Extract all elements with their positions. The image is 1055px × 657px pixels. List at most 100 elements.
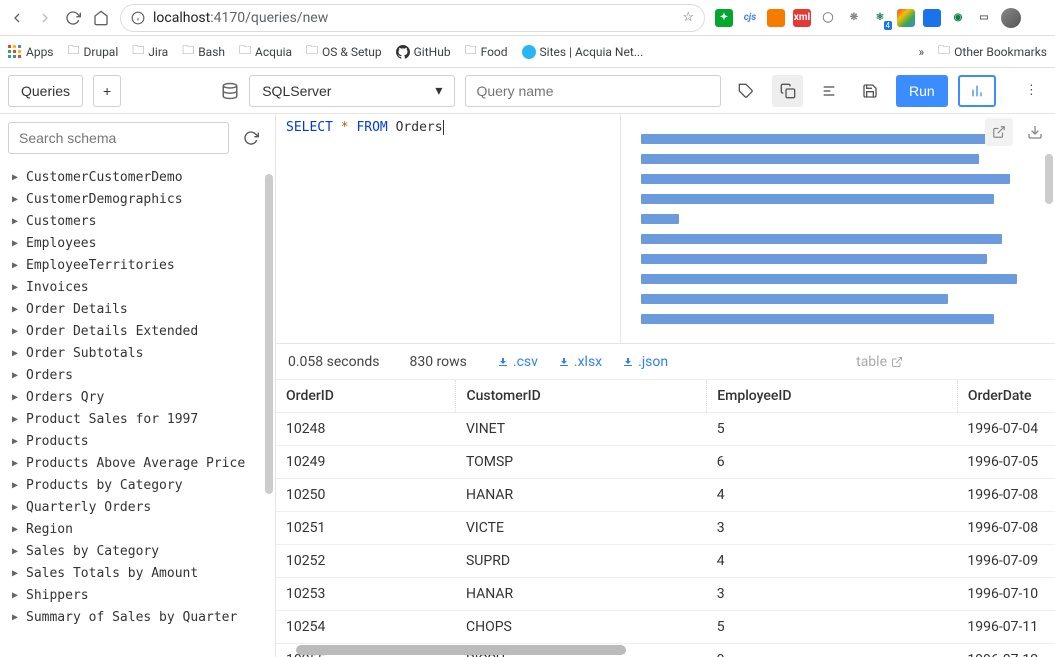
ext-evernote-icon[interactable]: ✦ — [715, 9, 733, 27]
query-name-input[interactable] — [465, 75, 720, 107]
schema-item[interactable]: ▶Product Sales for 1997 — [12, 408, 275, 430]
ext-gear-icon[interactable]: ❋ — [845, 9, 863, 27]
schema-list[interactable]: ▶CustomerCustomerDemo▶CustomerDemographi… — [0, 162, 275, 657]
format-icon[interactable] — [813, 75, 844, 107]
table-row[interactable]: 10248VINET51996-07-041996 — [276, 413, 1055, 446]
sql-editor[interactable]: SELECT * FROM Orders — [276, 114, 621, 343]
table-row[interactable]: 10254CHOPS51996-07-111996 — [276, 611, 1055, 644]
schema-item[interactable]: ▶Region — [12, 518, 275, 540]
ext-orange-icon[interactable] — [767, 9, 785, 27]
column-header[interactable]: OrderDate — [957, 380, 1055, 413]
save-icon[interactable] — [855, 75, 886, 107]
chart-scrollbar[interactable] — [1045, 154, 1053, 204]
bookmark-item[interactable]: 🗀Acquia — [239, 41, 292, 62]
schema-item[interactable]: ▶CustomerCustomerDemo — [12, 166, 275, 188]
download-json[interactable]: .json — [622, 354, 668, 370]
queries-button[interactable]: Queries — [8, 75, 83, 107]
schema-item[interactable]: ▶Summary of Sales by Quarter — [12, 606, 275, 628]
schema-item[interactable]: ▶CustomerDemographics — [12, 188, 275, 210]
sidebar-scrollbar[interactable] — [265, 174, 273, 494]
table-cell: 1996-07-11 — [957, 611, 1055, 644]
browser-menu-icon[interactable]: ⋮ — [1029, 9, 1047, 27]
app-menu-icon[interactable]: ⋮ — [1016, 75, 1047, 107]
ext-box-icon[interactable]: ▭ — [975, 9, 993, 27]
bookmark-item[interactable]: 🗀Food — [465, 41, 508, 62]
schema-item[interactable]: ▶Products Above Average Price — [12, 452, 275, 474]
bookmark-item[interactable]: 🗀OS & Setup — [306, 41, 382, 62]
ext-react-icon[interactable]: ⚛4 — [871, 9, 889, 27]
column-header[interactable]: EmployeeID — [707, 380, 958, 413]
home-icon[interactable] — [92, 9, 110, 27]
address-bar[interactable]: localhost:4170/queries/new ☆ — [120, 4, 705, 32]
ext-google-icon[interactable] — [897, 9, 915, 27]
chart-bar — [641, 154, 979, 164]
ext-cjs-icon[interactable]: cjs — [741, 9, 759, 27]
schema-item[interactable]: ▶Order Details Extended — [12, 320, 275, 342]
schema-item[interactable]: ▶Invoices — [12, 276, 275, 298]
schema-item[interactable]: ▶Employees — [12, 232, 275, 254]
bookmark-star-icon[interactable]: ☆ — [682, 10, 694, 25]
bookmark-item[interactable]: 🗀Drupal — [68, 41, 119, 62]
schema-item[interactable]: ▶Products — [12, 430, 275, 452]
profile-avatar[interactable] — [1001, 8, 1021, 28]
schema-item[interactable]: ▶Order Details — [12, 298, 275, 320]
schema-search-input[interactable] — [8, 122, 229, 154]
extension-icons: ✦ cjs xml ◯ ❋ ⚛4 ◉ ▭ ⋮ — [715, 8, 1047, 28]
schema-item[interactable]: ▶Sales Totals by Amount — [12, 562, 275, 584]
ext-xml-icon[interactable]: xml — [793, 9, 811, 27]
schema-item[interactable]: ▶Customers — [12, 210, 275, 232]
copy-icon[interactable] — [772, 75, 803, 107]
ext-green-icon[interactable]: ◉ — [949, 9, 967, 27]
schema-item[interactable]: ▶Orders — [12, 364, 275, 386]
connection-select[interactable]: SQLServer▾ — [249, 75, 455, 107]
run-button[interactable]: Run — [896, 75, 948, 107]
column-header[interactable]: CustomerID — [456, 380, 707, 413]
bookmark-overflow[interactable]: » — [919, 45, 925, 59]
table-row[interactable]: 10250HANAR41996-07-081996 — [276, 479, 1055, 512]
schema-item[interactable]: ▶Quarterly Orders — [12, 496, 275, 518]
schema-item[interactable]: ▶Orders Qry — [12, 386, 275, 408]
download-csv[interactable]: .csv — [497, 354, 538, 370]
chart-toggle-button[interactable] — [958, 75, 996, 107]
back-icon[interactable] — [8, 9, 26, 27]
table-horizontal-scrollbar[interactable] — [296, 645, 626, 655]
schema-refresh-icon[interactable] — [235, 122, 267, 154]
results-table-wrap[interactable]: OrderIDCustomerIDEmployeeIDOrderDateRequ… — [276, 380, 1055, 657]
bookmark-item[interactable]: Sites | Acquia Net... — [522, 45, 644, 59]
bookmark-bar: Apps 🗀Drupal 🗀Jira 🗀Bash 🗀Acquia 🗀OS & Setup… — [0, 36, 1055, 68]
table-row[interactable]: 10252SUPRD41996-07-091996 — [276, 545, 1055, 578]
table-cell: VINET — [456, 413, 707, 446]
column-header[interactable]: OrderID — [276, 380, 456, 413]
schema-item[interactable]: ▶Order Subtotals — [12, 342, 275, 364]
open-chart-icon[interactable] — [985, 118, 1013, 146]
other-bookmarks[interactable]: 🗀Other Bookmarks — [938, 41, 1047, 62]
table-row[interactable]: 10251VICTE31996-07-081996 — [276, 512, 1055, 545]
ext-blue-icon[interactable] — [923, 9, 941, 27]
schema-item[interactable]: ▶Sales by Category — [12, 540, 275, 562]
bookmark-item[interactable]: 🗀Jira — [132, 41, 168, 62]
new-query-button[interactable]: + — [93, 75, 121, 107]
table-link[interactable]: table — [856, 354, 903, 370]
download-chart-icon[interactable] — [1021, 118, 1049, 146]
bookmark-item[interactable]: GitHub — [396, 45, 451, 59]
download-xlsx[interactable]: .xlsx — [558, 354, 602, 370]
ext-circle-icon[interactable]: ◯ — [819, 9, 837, 27]
table-cell: 10252 — [276, 545, 456, 578]
schema-item[interactable]: ▶Shippers — [12, 584, 275, 606]
table-cell: 1996-07-05 — [957, 446, 1055, 479]
caret-right-icon: ▶ — [12, 348, 20, 359]
apps-shortcut[interactable]: Apps — [8, 45, 54, 59]
table-row[interactable]: 10253HANAR31996-07-101996 — [276, 578, 1055, 611]
ext-badge: 4 — [884, 21, 893, 30]
chart-preview — [621, 114, 1055, 343]
result-status-bar: 0.058 seconds 830 rows .csv .xlsx .json … — [276, 344, 1055, 380]
table-row[interactable]: 10249TOMSP61996-07-051996 — [276, 446, 1055, 479]
site-info-icon[interactable] — [131, 11, 145, 25]
tags-icon[interactable] — [731, 75, 762, 107]
schema-item[interactable]: ▶EmployeeTerritories — [12, 254, 275, 276]
table-cell: 1996-07-12 — [957, 644, 1055, 657]
reload-icon[interactable] — [64, 9, 82, 27]
table-cell: 5 — [707, 413, 958, 446]
bookmark-item[interactable]: 🗀Bash — [182, 41, 225, 62]
schema-item[interactable]: ▶Products by Category — [12, 474, 275, 496]
